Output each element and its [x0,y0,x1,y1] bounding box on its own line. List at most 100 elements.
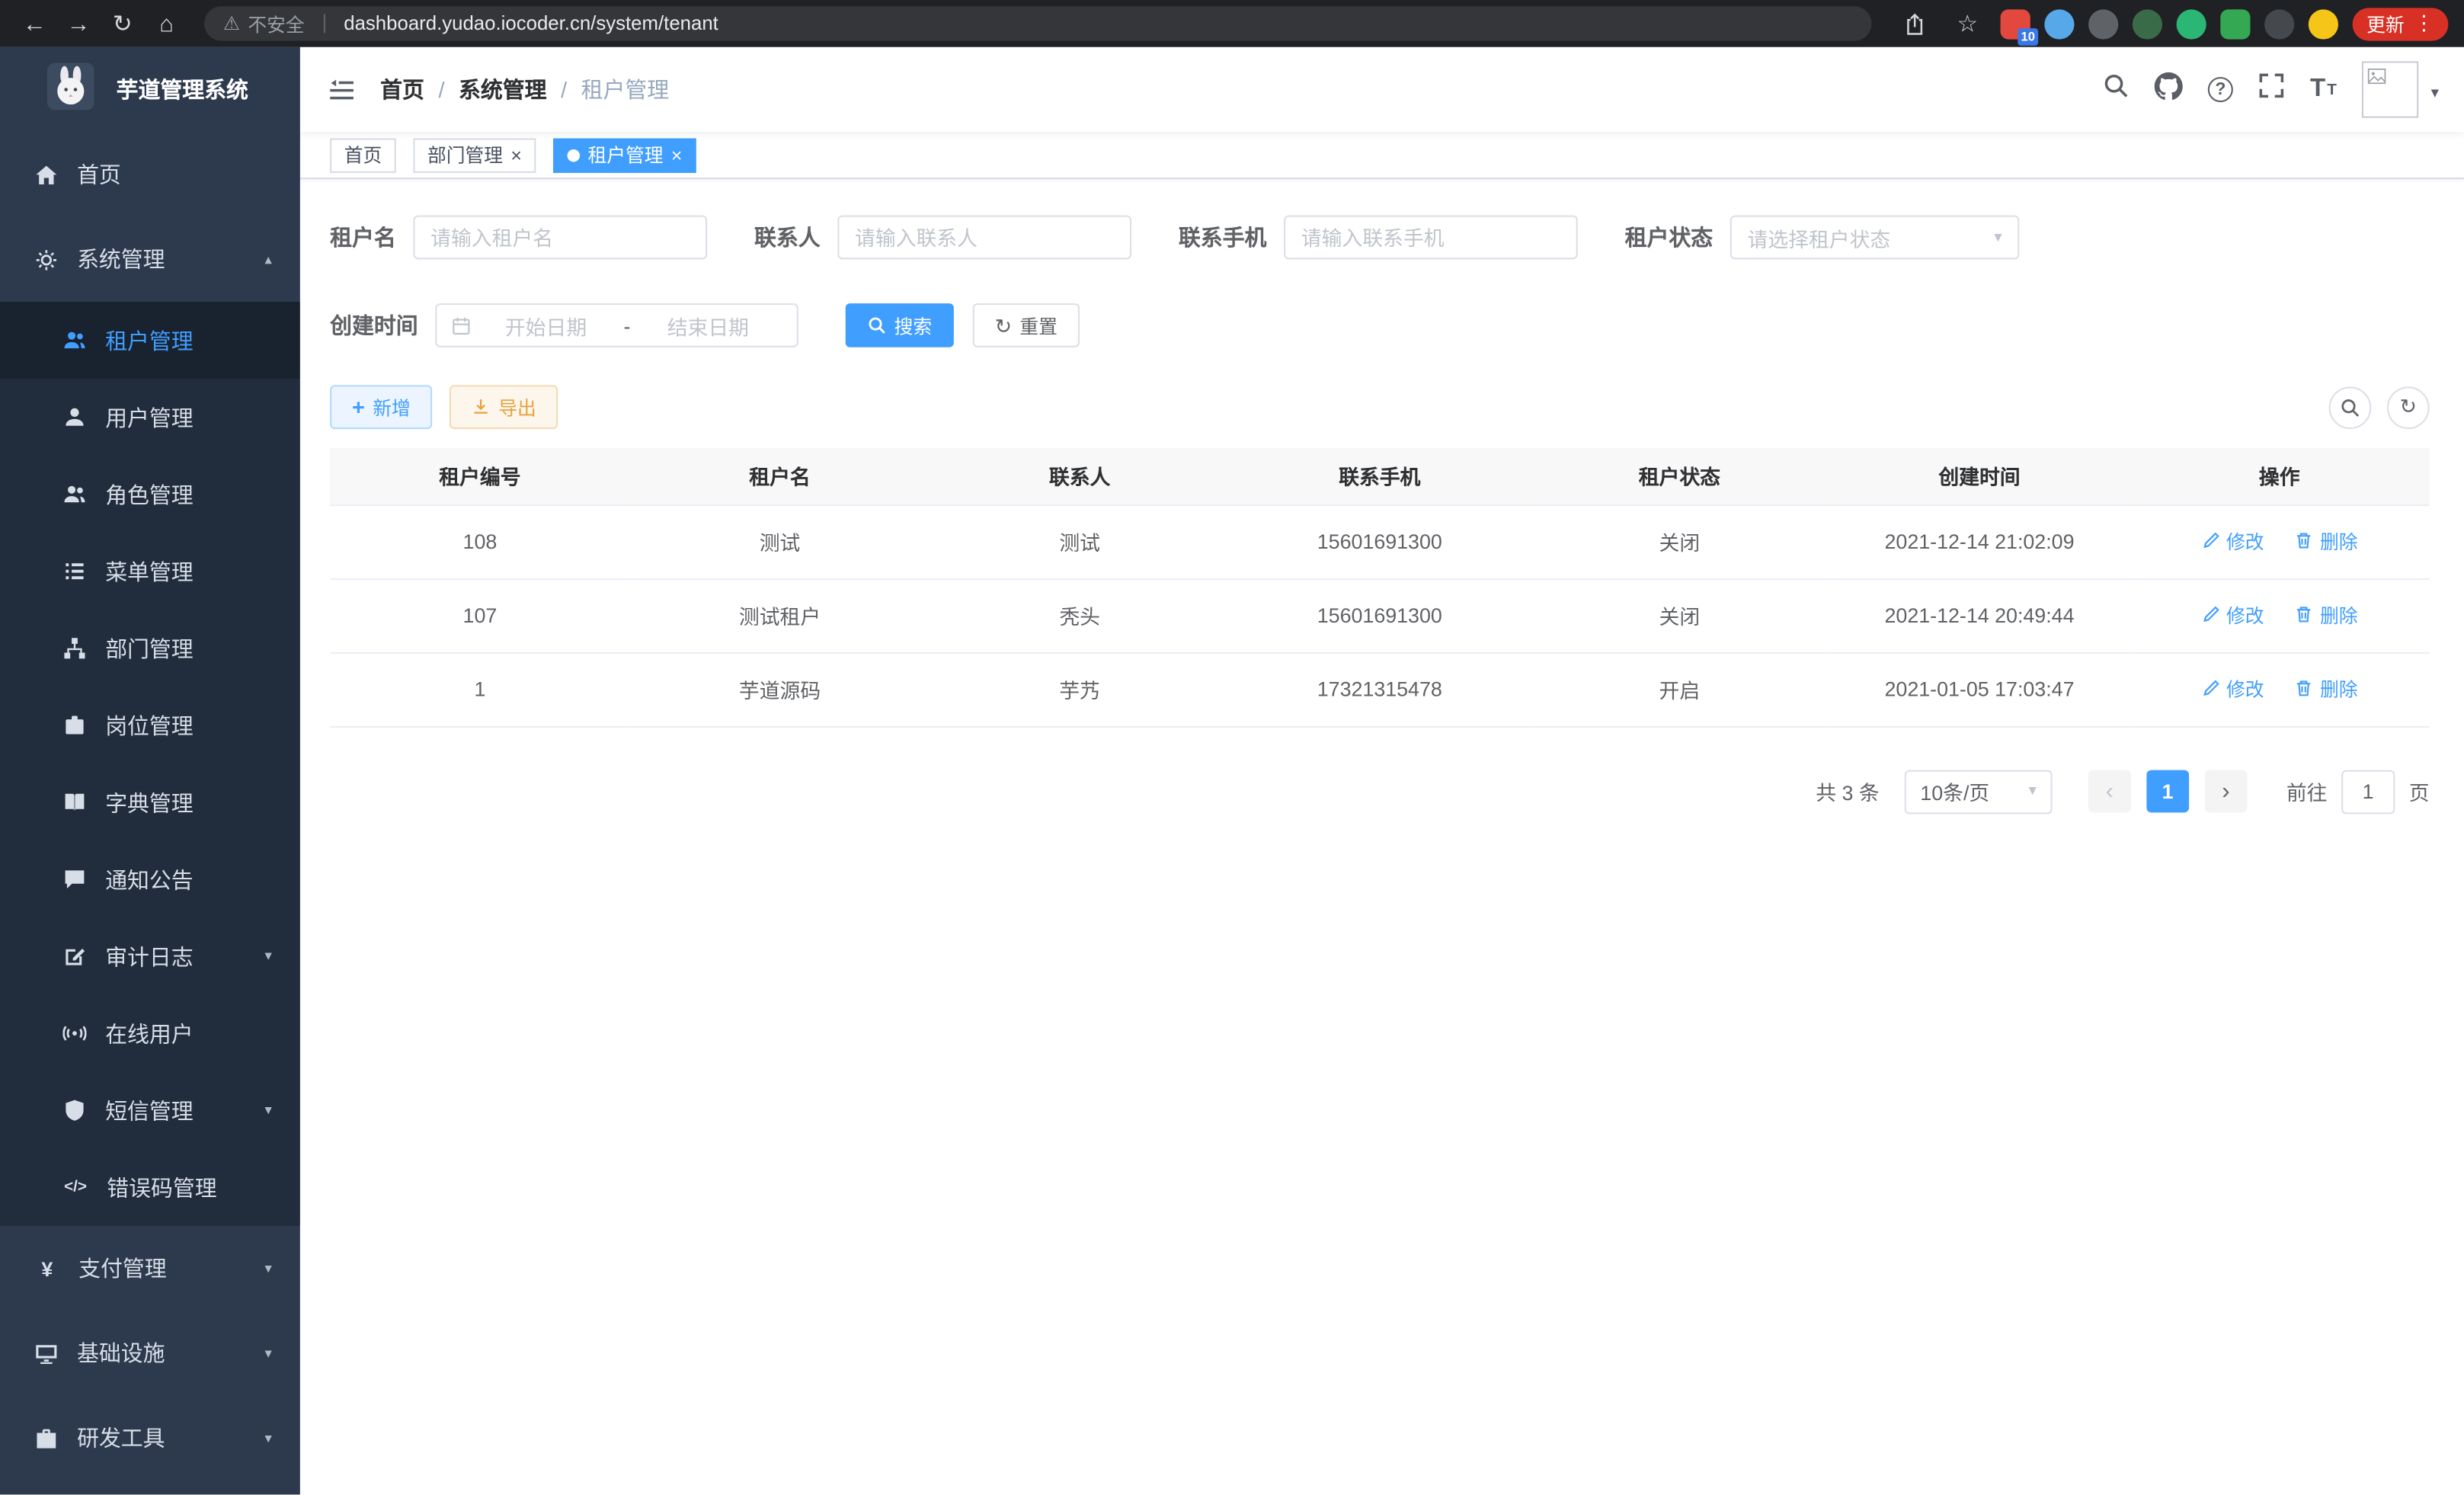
navbar-actions: ? TT ▾ [2103,61,2439,117]
sidebar-item-payment[interactable]: ¥ 支付管理 ▾ [0,1226,300,1311]
share-icon[interactable] [1896,5,1934,43]
table-row: 108 测试 测试 15601691300 关闭 2021-12-14 21:0… [330,504,2430,578]
cell-actions: 修改 删除 [2130,578,2430,652]
extension-icon-green-square[interactable] [2220,8,2250,38]
sidebar-menu: 首页 系统管理 ▴ 租户管理 用户管理 [0,132,300,1481]
sidebar-item-user[interactable]: 用户管理 [0,379,300,456]
browser-forward-icon[interactable]: → [59,5,98,43]
sidebar-item-system[interactable]: 系统管理 ▴ [0,217,300,302]
column-header-tenant-id: 租户编号 [330,448,630,504]
omnibox-divider [323,14,325,34]
sidebar-item-tenant[interactable]: 租户管理 [0,302,300,379]
breadcrumb-system[interactable]: 系统管理 [459,74,547,105]
profile-avatar-icon[interactable] [2309,8,2338,38]
delete-button[interactable]: 删除 [2295,675,2358,702]
font-size-icon[interactable]: TT [2310,77,2337,102]
edit-button[interactable]: 修改 [2201,601,2264,628]
download-icon [472,398,491,417]
menu-label: 系统管理 [77,244,165,275]
tab-dept[interactable]: 部门管理 × [413,137,536,171]
refresh-table-button[interactable]: ↻ [2387,386,2430,428]
prev-page-button[interactable]: ‹ [2088,770,2131,813]
breadcrumb: 首页 / 系统管理 / 租户管理 [380,74,669,105]
create-time-range-picker[interactable]: 开始日期 - 结束日期 [435,303,798,347]
sidebar-item-infra[interactable]: 基础设施 ▾ [0,1311,300,1395]
caret-down-icon: ▾ [1994,229,2002,246]
sidebar-item-devtools[interactable]: 研发工具 ▾ [0,1396,300,1481]
browser-back-icon[interactable]: ← [16,5,54,43]
menu-label: 岗位管理 [105,709,194,741]
menu-label: 错误码管理 [107,1172,216,1203]
extension-icon-adblock[interactable]: 10 [2001,8,2030,38]
close-icon[interactable]: × [671,146,682,165]
extension-icon-green[interactable] [2177,8,2206,38]
sidebar-item-audit-log[interactable]: 审计日志 ▾ [0,918,300,995]
menu-label: 角色管理 [105,479,194,510]
app-logo[interactable]: 芋道管理系统 [0,47,300,132]
sidebar-item-role[interactable]: 角色管理 [0,456,300,533]
add-button[interactable]: + 新增 [330,385,432,429]
column-header-tenant-name: 租户名 [630,448,930,504]
address-bar[interactable]: ⚠ 不安全 dashboard.yudao.iocoder.cn/system/… [204,6,1871,40]
page-size-select[interactable]: 10条/页 ▾ [1905,770,2053,814]
avatar[interactable] [2362,61,2418,117]
browser-menu-icon[interactable]: ⋮ [2414,11,2434,36]
sidebar-item-home[interactable]: 首页 [0,132,300,216]
breadcrumb-home[interactable]: 首页 [380,74,424,105]
sidebar-item-dept[interactable]: 部门管理 [0,610,300,687]
gear-icon [34,248,58,271]
browser-update-button[interactable]: 更新 ⋮ [2353,7,2449,40]
user-icon [63,405,87,429]
tenant-status-select[interactable]: 请选择租户状态 ▾ [1730,216,2020,260]
tab-tenant[interactable]: 租户管理 × [553,137,696,171]
sidebar-item-notice[interactable]: 通知公告 [0,840,300,917]
delete-button[interactable]: 删除 [2295,601,2358,628]
search-button[interactable]: 搜索 [846,303,954,347]
menu-label: 在线用户 [105,1017,194,1048]
cell-contact: 芋艿 [930,652,1230,726]
contact-input[interactable] [837,216,1131,260]
select-placeholder: 请选择租户状态 [1748,222,1891,252]
sidebar-toggle-button[interactable] [328,76,355,103]
caret-down-icon[interactable]: ▾ [2431,85,2439,102]
browser-reload-icon[interactable]: ↻ [104,5,142,43]
delete-button[interactable]: 删除 [2295,527,2358,554]
sidebar-item-sms[interactable]: 短信管理 ▾ [0,1072,300,1149]
sidebar-item-online-users[interactable]: 在线用户 [0,995,300,1072]
sidebar-item-dict[interactable]: 字典管理 [0,764,300,840]
phone-input[interactable] [1284,216,1578,260]
browser-actions: ☆ 10 更新 ⋮ [1896,5,2448,43]
code-icon: </> [63,1179,88,1196]
tab-home[interactable]: 首页 [330,137,396,171]
help-icon[interactable]: ? [2208,77,2233,102]
cell-phone: 15601691300 [1230,578,1530,652]
search-icon[interactable] [2103,72,2130,107]
page-number-button[interactable]: 1 [2146,770,2189,813]
sidebar-item-menu[interactable]: 菜单管理 [0,533,300,610]
github-icon[interactable] [2155,72,2183,107]
sidebar-item-error-code[interactable]: </> 错误码管理 [0,1149,300,1226]
extension-icon-dark[interactable] [2264,8,2294,38]
goto-page-input[interactable] [2341,770,2395,814]
calendar-icon [451,315,472,336]
edit-button[interactable]: 修改 [2201,527,2264,554]
search-icon [868,316,887,335]
extension-icon-blue[interactable] [2044,8,2074,38]
extension-icon-gray[interactable] [2088,8,2118,38]
next-page-button[interactable]: › [2205,770,2248,813]
extension-badge: 10 [2018,27,2038,45]
export-button[interactable]: 导出 [450,385,558,429]
browser-home-icon[interactable]: ⌂ [148,5,186,43]
toggle-search-button[interactable] [2329,386,2372,428]
total-count: 共 3 条 [1816,776,1879,806]
extension-icon-green-dark[interactable] [2133,8,2162,38]
tenant-name-input[interactable] [413,216,707,260]
fullscreen-icon[interactable] [2258,72,2285,107]
edit-button[interactable]: 修改 [2201,675,2264,702]
bookmark-star-icon[interactable]: ☆ [1948,5,1986,43]
sidebar-item-post[interactable]: 岗位管理 [0,687,300,764]
roles-icon [63,482,87,506]
close-icon[interactable]: × [510,146,521,165]
reset-button[interactable]: ↻ 重置 [973,303,1080,347]
menu-label: 支付管理 [78,1253,167,1284]
